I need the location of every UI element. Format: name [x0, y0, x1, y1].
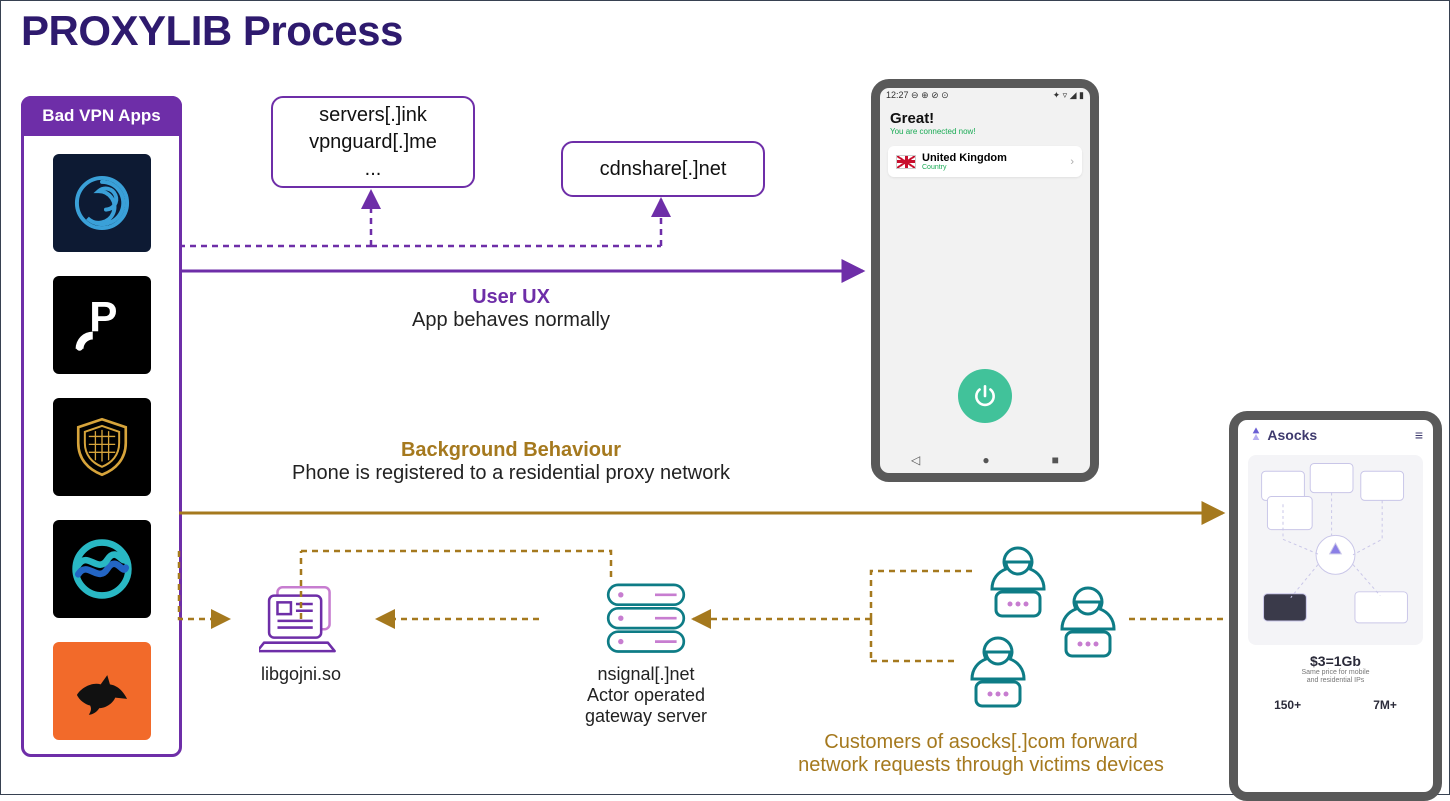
asocks-price: $3=1Gb	[1238, 653, 1433, 669]
bad-vpn-apps-panel: Bad VPN Apps P	[21, 96, 182, 757]
app-icon-p-wifi: P	[53, 276, 151, 374]
threat-actor-icon	[986, 546, 1050, 625]
phone-mockup-asocks: Asocks ≡ $3=1Gb Same price for mobile an…	[1229, 411, 1442, 801]
domain-box-servers: servers[.]ink vpnguard[.]me ...	[271, 96, 475, 188]
asocks-stat-1: 150+	[1274, 698, 1301, 712]
phone-mockup-ux: 12:27 ⊖ ⊕ ⊘ ⊙ ✦ ▿ ◢ ▮ Great! You are con…	[871, 79, 1099, 482]
phone-statusbar: 12:27 ⊖ ⊕ ⊘ ⊙ ✦ ▿ ◢ ▮	[880, 88, 1090, 110]
domain-line: ...	[365, 156, 382, 183]
background-behaviour-label: Background Behaviour Phone is registered…	[226, 439, 796, 485]
bg-title: Background Behaviour	[226, 439, 796, 462]
libgojni-label: libgojni.so	[231, 664, 371, 685]
asocks-header: Asocks ≡	[1238, 420, 1433, 449]
user-ux-sub: App behaves normally	[301, 309, 721, 332]
gateway-server-node: nsignal[.]net Actor operated gateway ser…	[541, 581, 751, 727]
app-icon-fox	[53, 642, 151, 740]
uk-flag-icon	[896, 155, 916, 169]
asocks-price-sub: Same price for mobile and residential IP…	[1238, 669, 1433, 686]
phone-country-card: United Kingdom Country ›	[888, 146, 1082, 177]
app-icon-spiral	[53, 154, 151, 252]
bad-app-icons: P	[24, 154, 179, 740]
android-navbar: ◁ ● ■	[880, 447, 1090, 473]
domain-box-cdnshare: cdnshare[.]net	[561, 141, 765, 197]
chevron-right-icon: ›	[1070, 156, 1074, 168]
threat-actor-icon	[966, 636, 1030, 715]
country-sub: Country	[922, 164, 1007, 171]
phone-ux-connected: You are connected now!	[880, 127, 1090, 142]
status-right: ✦ ▿ ◢ ▮	[1053, 90, 1084, 108]
libgojni-node: libgojni.so	[231, 581, 371, 685]
gateway-label-2: Actor operated	[541, 685, 751, 706]
hamburger-icon: ≡	[1415, 427, 1423, 443]
gateway-label-1: nsignal[.]net	[541, 664, 751, 685]
asocks-stat-2: 7M+	[1373, 698, 1397, 712]
nav-home-icon: ●	[982, 453, 989, 467]
app-icon-wave	[53, 520, 151, 618]
page-title: PROXYLIB Process	[21, 7, 403, 55]
app-icon-shield	[53, 398, 151, 496]
user-ux-title: User UX	[301, 286, 721, 309]
gateway-label-3: gateway server	[541, 706, 751, 727]
asocks-stats: 150+ 7M+	[1238, 698, 1433, 712]
nav-back-icon: ◁	[911, 453, 920, 467]
bad-vpn-apps-header: Bad VPN Apps	[21, 96, 182, 136]
status-left: 12:27 ⊖ ⊕ ⊘ ⊙	[886, 90, 949, 108]
threat-actor-icon	[1056, 586, 1120, 665]
asocks-brand-text: Asocks	[1267, 427, 1317, 443]
bg-sub: Phone is registered to a residential pro…	[226, 462, 796, 485]
user-ux-label: User UX App behaves normally	[301, 286, 721, 332]
customers-label: Customers of asocks[.]com forward networ…	[761, 731, 1201, 777]
domain-line: cdnshare[.]net	[600, 156, 727, 183]
nav-recent-icon: ■	[1052, 453, 1059, 467]
domain-line: servers[.]ink	[319, 102, 427, 129]
diagram-canvas: PROXYLIB Process Bad VPN Apps P servers[…	[0, 0, 1450, 795]
asocks-illustration	[1248, 455, 1423, 645]
country-name: United Kingdom Country	[922, 152, 1007, 171]
svg-text:P: P	[89, 294, 117, 341]
asocks-logo: Asocks	[1248, 426, 1317, 443]
phone-ux-title: Great!	[880, 110, 1090, 127]
power-button	[958, 369, 1012, 423]
country-text: United Kingdom	[922, 152, 1007, 164]
domain-line: vpnguard[.]me	[309, 129, 437, 156]
